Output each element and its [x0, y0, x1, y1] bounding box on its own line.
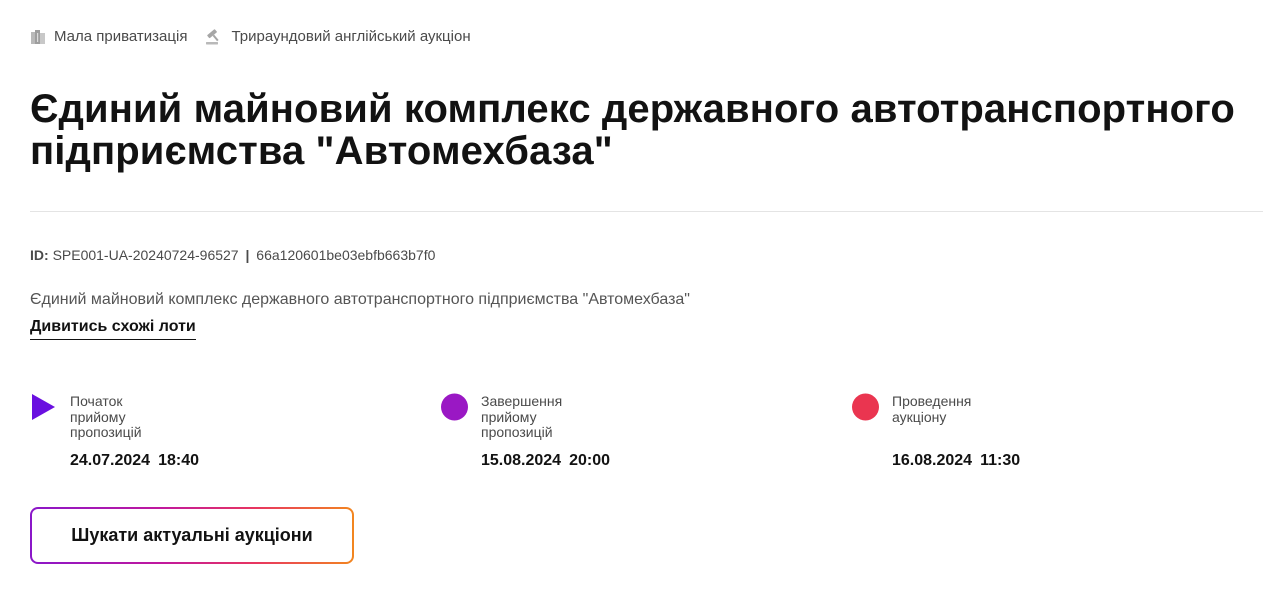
lot-tags: Мала приватизація Трираундовий англійськ… — [30, 28, 471, 45]
stage-date: 16.08.2024 — [892, 452, 973, 469]
page-title: Єдиний майновий комплекс державного авто… — [30, 87, 1235, 173]
tag-auction-type: Трираундовий англійський аукціон — [205, 28, 471, 45]
tag-privatization-label: Мала приватизація — [54, 28, 188, 45]
lot-description: Єдиний майновий комплекс державного авто… — [30, 291, 690, 308]
auction-timeline: Початок прийому пропозицій 24.07.2024 18:… — [30, 392, 1263, 482]
stage-time: 11:30 — [980, 452, 1021, 469]
id-code: SPE001-UA-20240724-96527 — [52, 247, 239, 263]
search-auctions-button[interactable]: Шукати актуальні аукціони — [30, 507, 354, 564]
divider — [30, 211, 1263, 212]
stage-date: 15.08.2024 — [481, 452, 562, 469]
tag-privatization: Мала приватизація — [30, 28, 187, 45]
id-separator: | — [245, 247, 250, 263]
circle-icon — [852, 392, 880, 427]
id-label: ID: — [30, 247, 49, 263]
play-icon — [30, 392, 56, 427]
lot-page: Мала приватизація Трираундовий англійськ… — [0, 0, 1280, 592]
similar-lots-link[interactable]: Дивитись схожі лоти — [30, 318, 196, 340]
circle-icon — [441, 392, 469, 427]
stage-time: 20:00 — [569, 452, 610, 469]
stage-label: Початок прийому пропозицій — [70, 393, 142, 440]
stage-datetime: 15.08.2024 20:00 — [481, 452, 610, 470]
stage-label: Завершення прийому пропозицій — [481, 393, 563, 440]
building-icon — [30, 29, 46, 45]
stage-datetime: 16.08.2024 11:30 — [892, 452, 1020, 470]
stage-time: 18:40 — [158, 452, 199, 469]
id-hash: 66a120601be03ebfb663b7f0 — [256, 247, 436, 263]
gavel-icon — [205, 28, 223, 45]
tag-auction-type-label: Трираундовий англійський аукціон — [231, 28, 471, 45]
search-auctions-button-label: Шукати актуальні аукціони — [32, 509, 352, 562]
stage-label: Проведення аукціону — [892, 393, 972, 425]
stage-datetime: 24.07.2024 18:40 — [70, 452, 199, 470]
stage-date: 24.07.2024 — [70, 452, 151, 469]
lot-identifier: ID: SPE001-UA-20240724-96527 | 66a120601… — [30, 247, 435, 263]
